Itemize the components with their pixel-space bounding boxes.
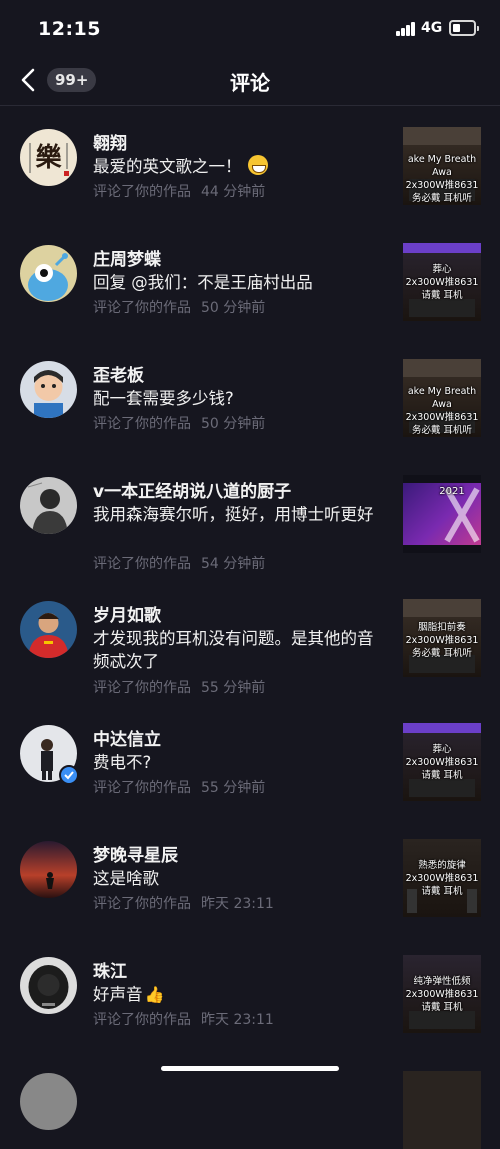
thumbs-up-emoji-icon: 👍 xyxy=(144,985,165,1004)
video-thumbnail[interactable]: 葬心 2x300W推8631 请戴 耳机 xyxy=(403,243,481,321)
grin-emoji-icon xyxy=(247,155,268,175)
comment-item[interactable]: 庄周梦蝶 回复 @我们：不是王庙村出品 评论了你的作品 50 分钟前 葬心 2x30… xyxy=(0,223,500,339)
comment-username[interactable]: v一本正经胡说八道的厨子 xyxy=(93,477,291,502)
avatar[interactable] xyxy=(20,361,77,418)
comment-meta: 评论了你的作品 昨天 23:11 xyxy=(93,1012,274,1028)
video-thumbnail[interactable]: 2021 xyxy=(403,475,481,553)
video-thumbnail[interactable] xyxy=(403,1071,481,1149)
comment-meta: 评论了你的作品 44 分钟前 xyxy=(93,184,266,200)
thumbnail-caption: ake My Breath Awa 2x300W推8631 务必戴 耳机听 xyxy=(405,154,479,204)
status-time: 12:15 xyxy=(38,18,101,40)
comment-item[interactable]: 中达信立 费电不? 评论了你的作品 55 分钟前 葬心 2x300W推8631 请戴 … xyxy=(0,703,500,819)
comment-list: 樂 翱翔 最爱的英文歌之一！ 评论了你的作品 44 分钟前 ake My Brea… xyxy=(0,107,500,1149)
video-thumbnail[interactable]: ake My Breath Awa 2x300W推8631 务必戴 耳机听 xyxy=(403,359,481,437)
avatar[interactable] xyxy=(20,477,77,534)
comment-meta: 评论了你的作品 55 分钟前 xyxy=(93,680,266,696)
comment-text: 费电不? xyxy=(93,753,152,772)
thumbnail-caption: 胭脂扣前奏 2x300W推8631 务必戴 耳机听 xyxy=(405,622,479,659)
avatar[interactable]: 樂 xyxy=(20,129,77,186)
home-indicator[interactable] xyxy=(161,1066,339,1071)
video-thumbnail[interactable]: 葬心 2x300W推8631 请戴 耳机 xyxy=(403,723,481,801)
comment-text: 最爱的英文歌之一！ xyxy=(93,155,389,178)
comment-meta: 评论了你的作品 50 分钟前 xyxy=(93,300,266,316)
comment-username[interactable]: 翱翔 xyxy=(93,129,127,154)
avatar[interactable] xyxy=(20,245,77,302)
comment-meta: 评论了你的作品 54 分钟前 xyxy=(93,556,266,572)
comment-item[interactable]: 珠江 好声音 👍 评论了你的作品 昨天 23:11 纯净弹性低频 2x300W推863… xyxy=(0,935,500,1051)
avatar[interactable] xyxy=(20,957,77,1014)
thumbnail-caption: ake My Breath Awa 2x300W推8631 务必戴 耳机听 xyxy=(405,386,479,436)
video-thumbnail[interactable]: 熟悉的旋律 2x300W推8631 请戴 耳机 xyxy=(403,839,481,917)
comment-item[interactable]: 樂 翱翔 最爱的英文歌之一！ 评论了你的作品 44 分钟前 ake My Brea… xyxy=(0,107,500,223)
comment-text: 这是啥歌 xyxy=(93,869,159,888)
comment-text: 才发现我的耳机没有问题。是其他的音频忒次了 xyxy=(93,629,374,671)
comment-meta: 评论了你的作品 昨天 23:11 xyxy=(93,896,274,912)
nav-bar: 99+ 评论 xyxy=(0,56,500,106)
comment-username[interactable]: 珠江 xyxy=(93,957,127,982)
comment-text: 好声音 👍 xyxy=(93,985,165,1004)
comment-username[interactable]: 庄周梦蝶 xyxy=(93,245,161,270)
comment-item[interactable]: 歪老板 配一套需要多少钱? 评论了你的作品 50 分钟前 ake My Breat… xyxy=(0,339,500,455)
comment-text: 回复 @我们：不是王庙村出品 xyxy=(93,273,313,292)
comment-meta: 评论了你的作品 55 分钟前 xyxy=(93,780,266,796)
comment-text: 配一套需要多少钱? xyxy=(93,389,234,408)
svg-text:樂: 樂 xyxy=(35,142,62,173)
comment-item[interactable]: 梦晚寻星辰 这是啥歌 评论了你的作品 昨天 23:11 熟悉的旋律 2x300W推8… xyxy=(0,819,500,935)
video-thumbnail[interactable]: ake My Breath Awa 2x300W推8631 务必戴 耳机听 xyxy=(403,127,481,205)
avatar[interactable] xyxy=(20,601,77,658)
signal-icon xyxy=(396,22,416,36)
verified-badge-icon xyxy=(59,765,79,785)
battery-icon xyxy=(449,20,479,36)
status-bar: 12:15 4G xyxy=(0,0,500,56)
comment-meta: 评论了你的作品 50 分钟前 xyxy=(93,416,266,432)
video-thumbnail[interactable]: 纯净弹性低频 2x300W推8631 请戴 耳机 xyxy=(403,955,481,1033)
thumbnail-caption: 葬心 2x300W推8631 请戴 耳机 xyxy=(405,744,479,781)
avatar[interactable] xyxy=(20,841,77,898)
network-type: 4G xyxy=(421,20,443,36)
comment-username[interactable]: 中达信立 xyxy=(93,725,161,750)
thumbnail-caption: 葬心 2x300W推8631 请戴 耳机 xyxy=(405,264,479,301)
comment-username[interactable]: 梦晚寻星辰 xyxy=(93,841,178,866)
comment-item[interactable] xyxy=(0,1051,500,1149)
thumbnail-caption: 纯净弹性低频 2x300W推8631 请戴 耳机 xyxy=(405,976,479,1013)
comment-username[interactable]: 岁月如歌 xyxy=(93,601,161,626)
thumbnail-caption: 熟悉的旋律 2x300W推8631 请戴 耳机 xyxy=(405,860,479,897)
comment-item[interactable]: 岁月如歌 才发现我的耳机没有问题。是其他的音频忒次了 评论了你的作品 55 分钟前… xyxy=(0,579,500,703)
video-thumbnail[interactable]: 胭脂扣前奏 2x300W推8631 务必戴 耳机听 xyxy=(403,599,481,677)
thumbnail-caption: 2021 xyxy=(439,486,465,497)
page-title: 评论 xyxy=(230,71,270,95)
comment-item[interactable]: v一本正经胡说八道的厨子 我用森海赛尔听，挺好，用博士听更好 评论了你的作品 54… xyxy=(0,455,500,579)
comment-text: 我用森海赛尔听，挺好，用博士听更好 xyxy=(93,505,374,524)
comment-username[interactable]: 歪老板 xyxy=(93,361,144,386)
